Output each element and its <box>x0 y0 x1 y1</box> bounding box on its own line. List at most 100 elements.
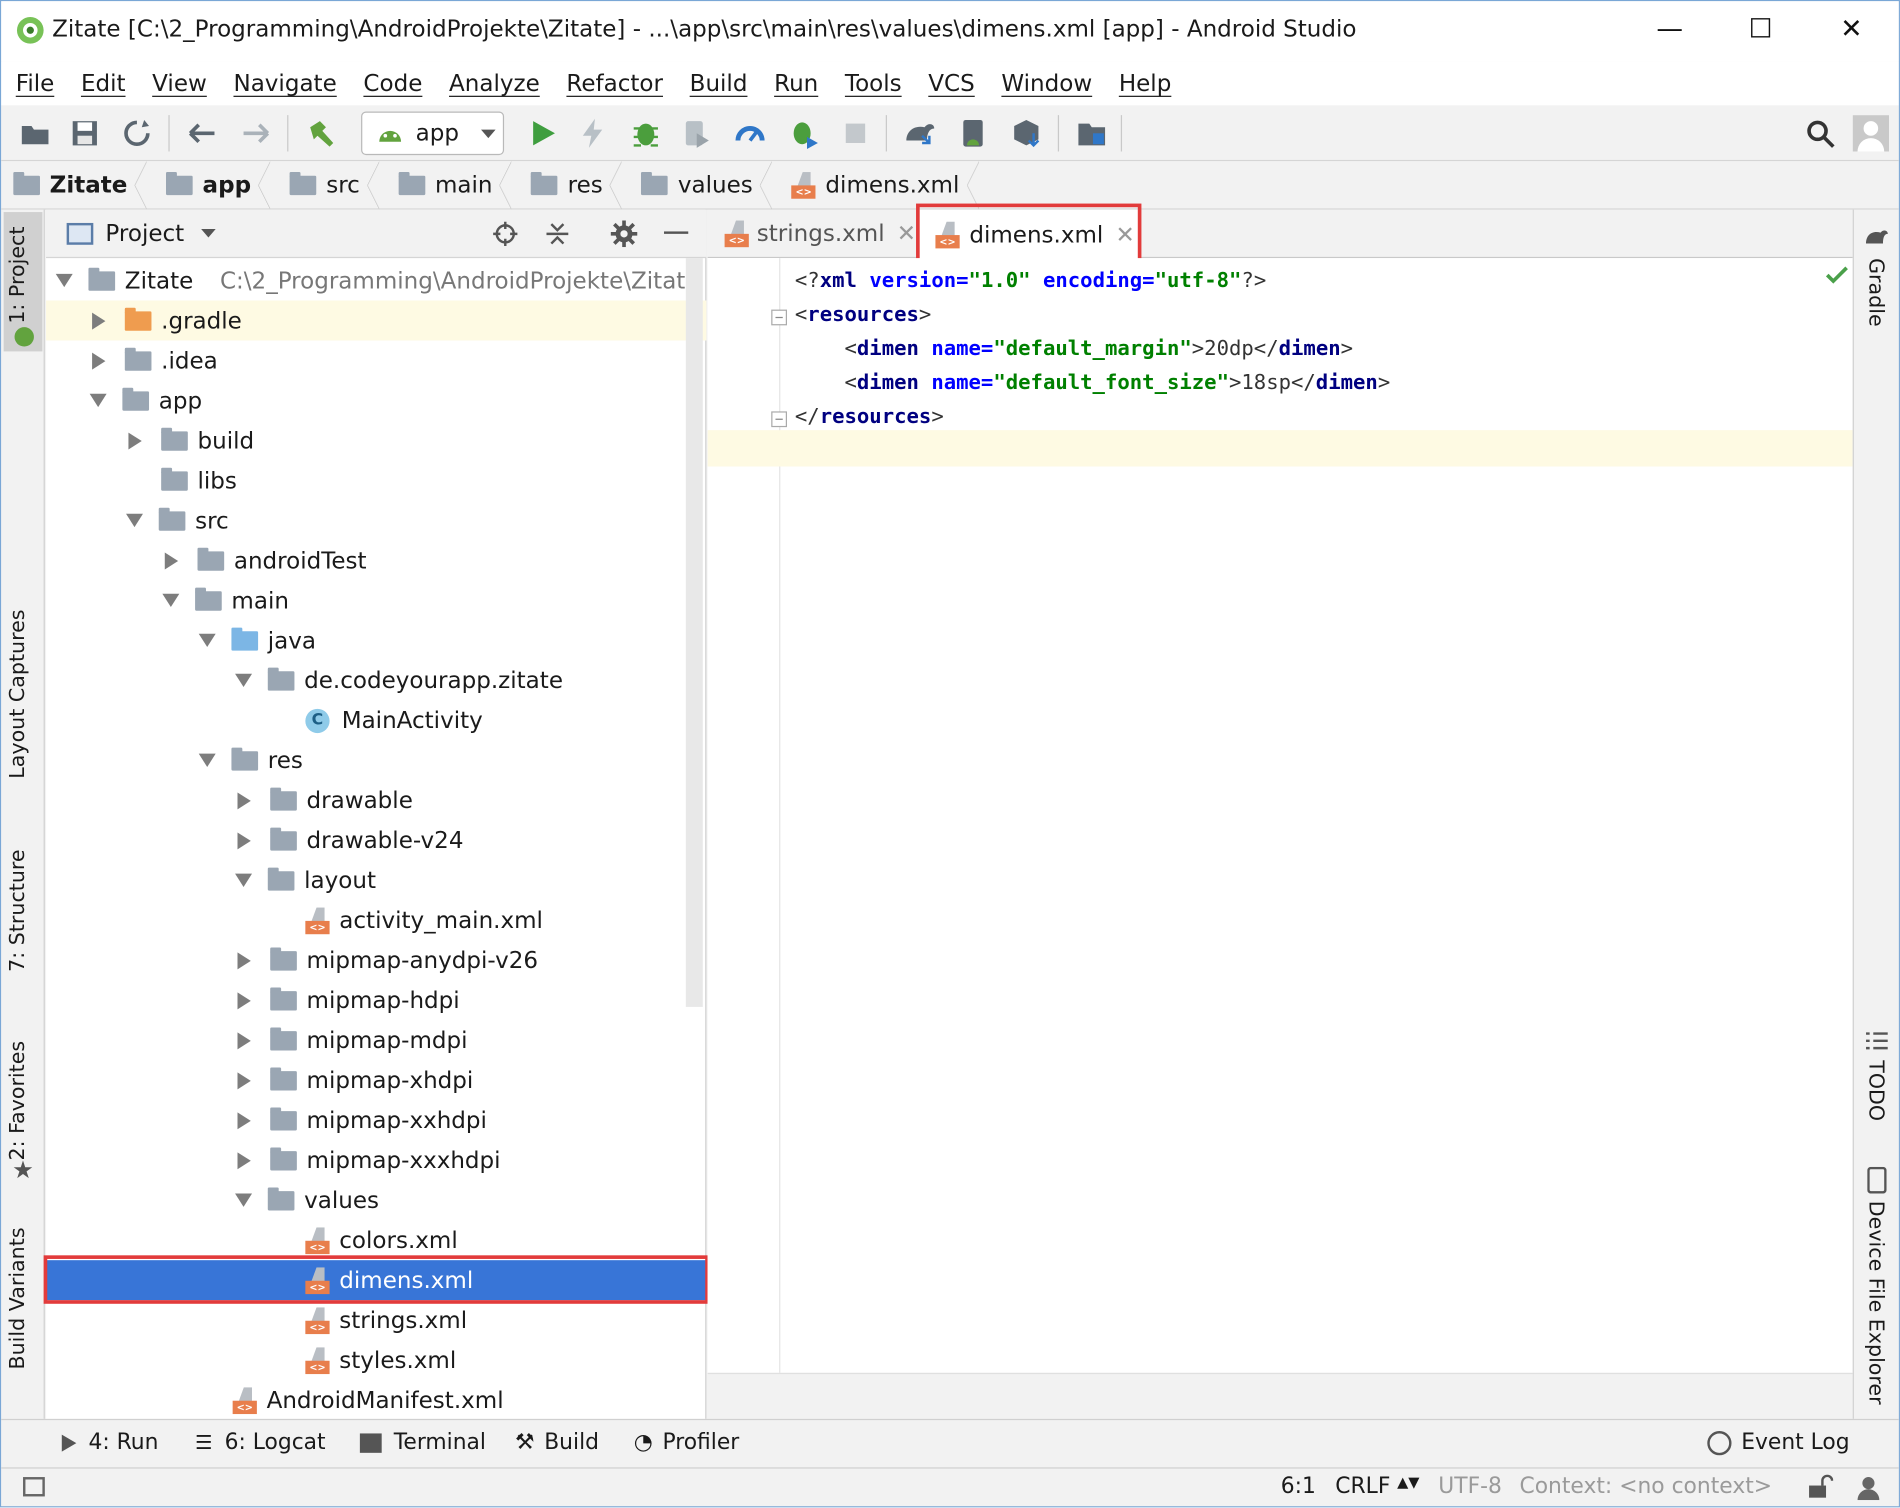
project-view-label[interactable]: Project <box>105 220 184 247</box>
fold-marker-icon[interactable] <box>771 411 788 428</box>
tree-item-gradle[interactable]: .gradle <box>46 300 707 341</box>
tree-item-drawable[interactable]: drawable <box>46 780 706 820</box>
apply-changes-lightning-icon[interactable] <box>576 116 610 150</box>
menu-help[interactable]: Help <box>1119 62 1172 106</box>
event-log-button[interactable]: Event Log <box>1707 1430 1850 1455</box>
close-window-button[interactable]: ✕ <box>1824 8 1880 52</box>
tree-item-activity-main[interactable]: activity_main.xml <box>46 900 706 940</box>
fold-marker-icon[interactable] <box>771 309 788 326</box>
sync-gradle-icon[interactable] <box>903 116 937 150</box>
tool-tab-build[interactable]: ⚒ Build <box>515 1430 599 1455</box>
run-configuration-dropdown[interactable]: app <box>361 111 505 156</box>
menu-refactor[interactable]: Refactor <box>566 62 663 106</box>
collapse-all-icon[interactable] <box>544 221 571 248</box>
tab-build-variants[interactable]: Build Variants <box>6 1227 30 1369</box>
breadcrumb-item-dimens[interactable]: dimens.xml <box>779 160 986 210</box>
project-structure-icon[interactable] <box>1075 116 1109 150</box>
tree-item-libs[interactable]: libs <box>46 460 706 500</box>
menu-analyze[interactable]: Analyze <box>449 62 540 106</box>
tool-tab-run[interactable]: 4: Run <box>61 1430 158 1455</box>
tree-item-mipmap-xhdpi[interactable]: mipmap-xhdpi <box>46 1060 706 1100</box>
menu-view[interactable]: View <box>152 62 207 106</box>
maximize-button[interactable]: ☐ <box>1733 8 1789 52</box>
gear-icon[interactable] <box>610 220 638 248</box>
stop-icon[interactable] <box>838 116 872 150</box>
tab-strings-xml[interactable]: strings.xml ✕ <box>708 210 916 258</box>
tree-item-java[interactable]: java <box>46 620 706 660</box>
tree-item-manifest[interactable]: AndroidManifest.xml <box>46 1380 706 1420</box>
tree-item-src[interactable]: src <box>46 500 706 540</box>
tree-item-app[interactable]: app <box>46 380 706 420</box>
breadcrumb-item-main[interactable]: main <box>386 160 519 210</box>
menu-vcs[interactable]: VCS <box>928 62 974 106</box>
save-icon[interactable] <box>68 116 102 150</box>
toggle-tool-windows-icon[interactable] <box>23 1477 45 1497</box>
scrollbar[interactable] <box>685 258 703 1007</box>
attach-process-icon[interactable] <box>786 116 820 150</box>
menu-edit[interactable]: Edit <box>81 62 126 106</box>
avd-manager-icon[interactable] <box>956 116 990 150</box>
breadcrumb-item-res[interactable]: res <box>519 160 629 210</box>
locate-target-icon[interactable] <box>492 221 519 248</box>
tab-layout-captures[interactable]: Layout Captures <box>6 609 30 778</box>
tree-item-values[interactable]: values <box>46 1180 706 1220</box>
tree-item-mainactivity[interactable]: C MainActivity <box>46 700 706 740</box>
menu-build[interactable]: Build <box>690 62 748 106</box>
tree-item-androidtest[interactable]: androidTest <box>46 540 706 580</box>
tab-project[interactable]: 1: Project <box>6 227 30 324</box>
tab-todo[interactable]: TODO <box>1864 1060 1888 1121</box>
hide-panel-icon[interactable] <box>664 231 689 234</box>
lock-open-icon[interactable] <box>1807 1474 1834 1499</box>
tree-item-drawable-v24[interactable]: drawable-v24 <box>46 820 706 860</box>
breadcrumb-item-zitate[interactable]: Zitate <box>1 160 154 210</box>
open-folder-icon[interactable] <box>18 116 52 150</box>
tree-item-colors[interactable]: colors.xml <box>46 1220 706 1260</box>
tree-item-mipmap-anydpi[interactable]: mipmap-anydpi-v26 <box>46 940 706 980</box>
tool-tab-logcat[interactable]: ☰ 6: Logcat <box>195 1430 326 1455</box>
tab-gradle[interactable]: Gradle <box>1864 258 1888 327</box>
sync-icon[interactable] <box>120 116 154 150</box>
sdk-manager-icon[interactable] <box>1009 116 1043 150</box>
tree-item-package[interactable]: de.codeyourapp.zitate <box>46 660 706 700</box>
menu-file[interactable]: File <box>16 62 55 106</box>
tree-item-main[interactable]: main <box>46 580 706 620</box>
tree-item-build[interactable]: build <box>46 420 706 460</box>
breadcrumb-item-app[interactable]: app <box>154 160 278 210</box>
forward-arrow-icon[interactable] <box>239 116 273 150</box>
run-icon[interactable] <box>526 116 560 150</box>
minimize-button[interactable]: — <box>1642 8 1698 52</box>
back-arrow-icon[interactable] <box>185 116 219 150</box>
tab-structure[interactable]: 7: Structure <box>6 849 30 971</box>
tab-favorites[interactable]: 2: Favorites <box>6 1041 30 1161</box>
menu-run[interactable]: Run <box>774 62 818 106</box>
tree-item-mipmap-hdpi[interactable]: mipmap-hdpi <box>46 980 706 1020</box>
tree-item-root[interactable]: Zitate C:\2_Programming\AndroidProjekte\… <box>46 261 706 301</box>
menu-tools[interactable]: Tools <box>845 62 902 106</box>
tree-item-strings[interactable]: strings.xml <box>46 1300 706 1340</box>
file-encoding[interactable]: UTF-8 <box>1438 1473 1502 1498</box>
tree-item-mipmap-mdpi[interactable]: mipmap-mdpi <box>46 1020 706 1060</box>
breadcrumb-item-values[interactable]: values <box>629 160 779 210</box>
profile-gauge-icon[interactable] <box>733 116 767 150</box>
tool-tab-profiler[interactable]: ◔ Profiler <box>634 1430 740 1455</box>
search-icon[interactable] <box>1803 116 1837 150</box>
tree-item-layout[interactable]: layout <box>46 860 706 900</box>
close-tab-icon[interactable]: ✕ <box>897 221 916 248</box>
tree-item-res[interactable]: res <box>46 740 706 780</box>
hector-inspector-icon[interactable] <box>1855 1473 1882 1501</box>
attach-debugger-icon[interactable] <box>680 116 714 150</box>
debug-bug-icon[interactable] <box>629 116 663 150</box>
breadcrumb-item-src[interactable]: src <box>278 160 387 210</box>
code-editor[interactable]: <?xml version="1.0" encoding="utf-8"?> <… <box>707 258 1853 1373</box>
tool-tab-terminal[interactable]: Terminal <box>359 1430 486 1455</box>
user-avatar-icon[interactable] <box>1852 115 1890 152</box>
menu-navigate[interactable]: Navigate <box>233 62 336 106</box>
caret-position[interactable]: 6:1 <box>1281 1473 1316 1498</box>
line-separator[interactable]: CRLF <box>1335 1473 1390 1498</box>
tree-item-styles[interactable]: styles.xml <box>46 1340 706 1380</box>
tree-item-mipmap-xxhdpi[interactable]: mipmap-xxhdpi <box>46 1100 706 1140</box>
make-project-hammer-icon[interactable] <box>304 116 338 150</box>
menu-window[interactable]: Window <box>1001 62 1092 106</box>
line-separator-dropdown-icon[interactable]: ▲▼ <box>1397 1473 1419 1490</box>
tree-item-idea[interactable]: .idea <box>46 340 706 380</box>
